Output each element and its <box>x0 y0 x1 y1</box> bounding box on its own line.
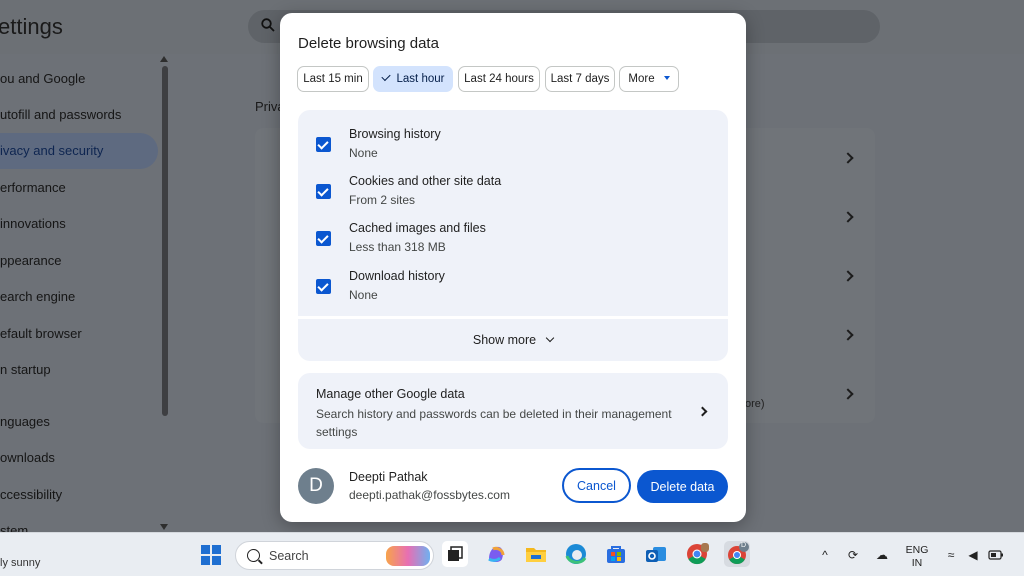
sidebar-scrollbar <box>162 66 168 416</box>
chip-last-15-min[interactable]: Last 15 min <box>297 66 369 92</box>
item-title: Download history <box>349 269 445 283</box>
show-more-button[interactable]: Show more <box>298 319 728 361</box>
search-icon <box>261 18 275 32</box>
wifi-icon[interactable]: ≈ <box>944 548 958 562</box>
outlook-icon[interactable] <box>643 541 669 567</box>
chevron-up-icon[interactable]: ^ <box>818 548 832 562</box>
windows-start-icon[interactable] <box>201 545 221 565</box>
sidebar-item-appearance: ppearance <box>0 253 62 268</box>
delete-browsing-data-dialog: Delete browsing data Last 15 min Last ho… <box>280 13 746 522</box>
chip-label: Last 15 min <box>303 73 363 85</box>
manage-subtitle: Search history and passwords can be dele… <box>316 407 672 439</box>
chip-last-7-days[interactable]: Last 7 days <box>545 66 615 92</box>
volume-icon[interactable]: ◀ <box>966 548 980 562</box>
card-text-fragment: ore) <box>745 398 765 410</box>
scroll-up-arrow-icon <box>160 56 168 62</box>
sidebar-item-system: stem <box>0 523 29 532</box>
item-title: Cached images and files <box>349 221 486 235</box>
check-icon <box>380 71 391 82</box>
list-item-browsing-history[interactable]: Browsing history None <box>298 124 728 170</box>
item-subtitle: None <box>349 146 378 160</box>
sidebar-item-innovations: innovations <box>0 216 66 231</box>
taskbar-search-placeholder: Search <box>269 549 309 563</box>
search-icon <box>247 549 260 562</box>
manage-title: Manage other Google data <box>316 387 465 401</box>
language-code[interactable]: ENG <box>902 544 932 556</box>
sidebar-item-privacy: ivacy and security <box>0 133 158 169</box>
avatar: D <box>298 468 334 504</box>
checkbox-cached-images[interactable] <box>316 231 331 246</box>
sidebar-item-on-startup: n startup <box>0 362 51 377</box>
sidebar-item-languages: nguages <box>0 414 50 429</box>
item-title: Cookies and other site data <box>349 174 502 188</box>
item-subtitle: None <box>349 288 378 302</box>
chrome-profile-icon[interactable]: D <box>724 541 750 567</box>
item-subtitle: From 2 sites <box>349 193 416 207</box>
item-title: Browsing history <box>349 127 441 141</box>
settings-title: ettings <box>0 14 63 39</box>
chip-more-dropdown[interactable]: More <box>619 66 679 92</box>
dialog-title: Delete browsing data <box>298 35 439 52</box>
chrome-icon[interactable] <box>684 541 710 567</box>
account-email: deepti.pathak@fossbytes.com <box>349 488 510 502</box>
chip-label: More <box>628 73 655 85</box>
chip-last-hour[interactable]: Last hour <box>373 66 453 92</box>
sidebar-item-default-browser: efault browser <box>0 326 82 341</box>
list-item-cached-images[interactable]: Cached images and files Less than 318 MB <box>298 218 728 264</box>
copilot-icon[interactable] <box>483 541 509 567</box>
chevron-right-icon <box>697 406 708 417</box>
chrome-profile-initial: D <box>741 542 747 549</box>
data-type-list: Browsing history None Cookies and other … <box>298 110 728 316</box>
list-item-download-history[interactable]: Download history None <box>298 266 728 312</box>
sidebar-item-performance: erformance <box>0 180 66 195</box>
task-view-icon[interactable] <box>442 541 468 567</box>
sync-icon[interactable]: ⟳ <box>846 548 860 562</box>
manage-google-data-row[interactable]: Manage other Google data Search history … <box>298 373 728 449</box>
chip-label: Last 24 hours <box>464 73 534 85</box>
chip-label: Last 7 days <box>550 73 610 85</box>
file-explorer-icon[interactable] <box>523 541 549 567</box>
sidebar-item-you-and-google: ou and Google <box>0 71 86 86</box>
dropdown-arrow-icon <box>663 76 670 80</box>
battery-icon[interactable] <box>988 548 1003 562</box>
sidebar-item-search-engine: earch engine <box>0 289 76 304</box>
account-name: Deepti Pathak <box>349 470 428 484</box>
taskbar-search-box[interactable]: Search <box>235 541 434 570</box>
cancel-button[interactable]: Cancel <box>562 468 631 503</box>
scroll-down-arrow-icon <box>160 524 168 530</box>
weather-widget[interactable]: ly sunny <box>0 557 40 569</box>
show-more-label: Show more <box>472 333 537 347</box>
chip-label: Last hour <box>396 73 445 85</box>
item-subtitle: Less than 318 MB <box>349 240 446 254</box>
delete-data-button[interactable]: Delete data <box>637 470 728 503</box>
sidebar-item-accessibility: ccessibility <box>0 487 63 502</box>
checkbox-download-history[interactable] <box>316 279 331 294</box>
microsoft-store-icon[interactable] <box>603 541 629 567</box>
language-region: IN <box>911 557 923 569</box>
cloud-info-icon[interactable]: ☁ <box>875 548 889 562</box>
chip-last-24-hours[interactable]: Last 24 hours <box>458 66 540 92</box>
checkbox-cookies[interactable] <box>316 184 331 199</box>
search-highlight-art-icon <box>386 546 430 566</box>
list-item-cookies[interactable]: Cookies and other site data From 2 sites <box>298 171 728 217</box>
sidebar-item-autofill: utofill and passwords <box>0 107 122 122</box>
edge-browser-icon[interactable] <box>563 541 589 567</box>
chevron-down-icon <box>545 333 555 343</box>
sidebar-item-downloads: ownloads <box>0 450 55 465</box>
checkbox-browsing-history[interactable] <box>316 137 331 152</box>
taskbar: ly sunny Search D ^ ⟳ ☁ ENG IN ≈ ◀ <box>0 532 1024 576</box>
